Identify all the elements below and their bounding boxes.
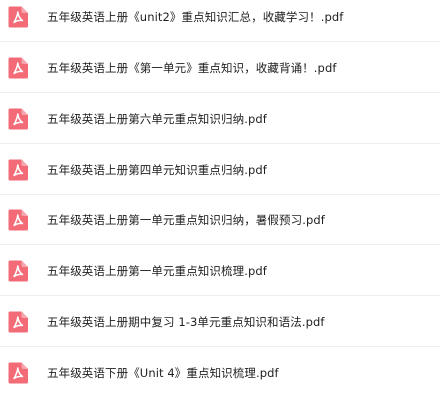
pdf-file-icon xyxy=(8,159,28,181)
file-row[interactable]: 五年级英语上册第四单元知识重点归纳.pdf xyxy=(0,145,440,195)
pdf-file-icon xyxy=(8,57,28,79)
file-row[interactable]: 五年级英语上册第六单元重点知识归纳.pdf xyxy=(0,94,440,144)
pdf-file-icon xyxy=(8,311,28,333)
file-row[interactable]: 五年级英语上册第一单元重点知识梳理.pdf xyxy=(0,246,440,296)
file-name[interactable]: 五年级英语上册第四单元知识重点归纳.pdf xyxy=(47,162,267,178)
file-row[interactable]: 五年级英语下册《Unit 4》重点知识梳理.pdf xyxy=(0,348,440,398)
file-name[interactable]: 五年级英语上册《第一单元》重点知识，收藏背诵！.pdf xyxy=(47,60,337,76)
pdf-file-icon xyxy=(8,6,28,28)
file-row[interactable]: 五年级英语上册《unit2》重点知识汇总，收藏学习！.pdf xyxy=(0,0,440,42)
file-name[interactable]: 五年级英语上册第一单元重点知识梳理.pdf xyxy=(47,263,267,279)
file-list: 五年级英语上册《unit2》重点知识汇总，收藏学习！.pdf 五年级英语上册《第… xyxy=(0,0,440,403)
file-name[interactable]: 五年级英语上册第六单元重点知识归纳.pdf xyxy=(47,111,267,127)
file-name[interactable]: 五年级英语上册第一单元重点知识归纳，暑假预习.pdf xyxy=(47,212,325,228)
file-name[interactable]: 五年级英语下册《Unit 4》重点知识梳理.pdf xyxy=(47,365,279,381)
file-name[interactable]: 五年级英语上册期中复习 1-3单元重点知识和语法.pdf xyxy=(47,314,325,330)
file-row[interactable]: 五年级英语上册期中复习 1-3单元重点知识和语法.pdf xyxy=(0,297,440,347)
file-name[interactable]: 五年级英语上册《unit2》重点知识汇总，收藏学习！.pdf xyxy=(47,9,343,25)
pdf-file-icon xyxy=(8,260,28,282)
file-row[interactable]: 五年级英语上册第一单元重点知识归纳，暑假预习.pdf xyxy=(0,195,440,245)
pdf-file-icon xyxy=(8,108,28,130)
file-row[interactable]: 五年级英语上册《第一单元》重点知识，收藏背诵！.pdf xyxy=(0,43,440,93)
pdf-file-icon xyxy=(8,362,28,384)
pdf-file-icon xyxy=(8,209,28,231)
